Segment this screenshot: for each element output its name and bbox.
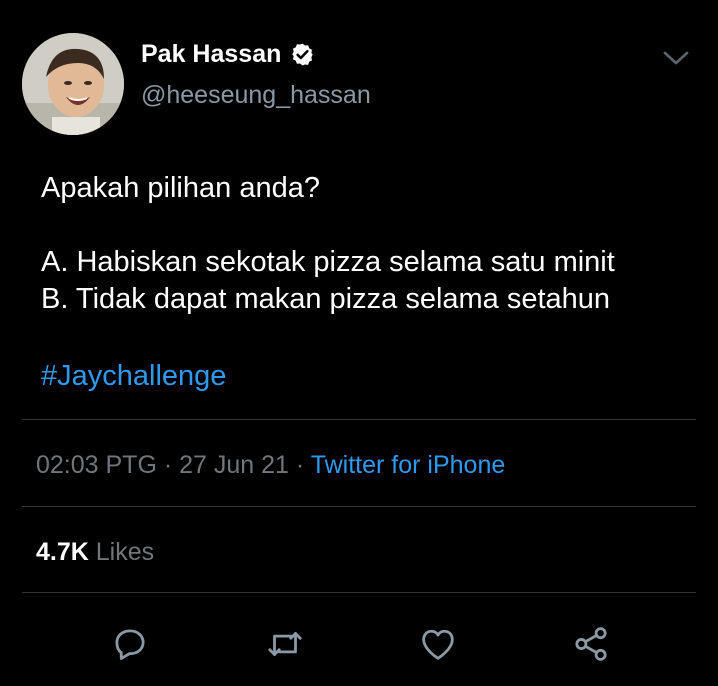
divider [22, 419, 696, 420]
likes-label: Likes [95, 538, 155, 566]
tweet-source-link[interactable]: Twitter for iPhone [311, 451, 506, 479]
author-name-text: Pak Hassan [141, 40, 282, 68]
chevron-down-icon[interactable] [662, 48, 690, 68]
likes-stat[interactable]: 4.7K Likes [36, 538, 154, 567]
reply-button[interactable] [107, 621, 153, 667]
reply-icon [115, 629, 145, 660]
verified-badge-icon [292, 43, 314, 66]
divider [22, 506, 696, 507]
share-button[interactable] [568, 621, 614, 667]
tweet-time[interactable]: 02:03 PTG [36, 451, 157, 479]
heart-icon [422, 629, 454, 660]
tweet-option-b: B. Tidak dapat makan pizza selama setahu… [41, 283, 611, 315]
likes-count: 4.7K [36, 538, 89, 566]
author-handle[interactable]: @heeseung_hassan [141, 81, 371, 110]
meta-separator: · [156, 451, 180, 479]
divider [22, 592, 696, 593]
tweet-meta: 02:03 PTG · 27 Jun 21 · Twitter for iPho… [36, 451, 505, 480]
tweet-text-line1: Apakah pilihan anda? [41, 172, 320, 204]
tweet-option-a: A. Habiskan sekotak pizza selama satu mi… [41, 246, 615, 278]
share-icon [575, 627, 607, 661]
retweet-icon [268, 632, 302, 656]
like-button[interactable] [415, 621, 461, 667]
author-name[interactable]: Pak Hassan [141, 40, 315, 69]
avatar-photo [22, 33, 124, 135]
avatar[interactable] [22, 33, 124, 135]
retweet-button[interactable] [262, 621, 308, 667]
tweet-date[interactable]: 27 Jun 21 [179, 451, 289, 479]
hashtag-link[interactable]: #Jaychallenge [41, 360, 226, 393]
meta-separator: · [288, 451, 311, 479]
